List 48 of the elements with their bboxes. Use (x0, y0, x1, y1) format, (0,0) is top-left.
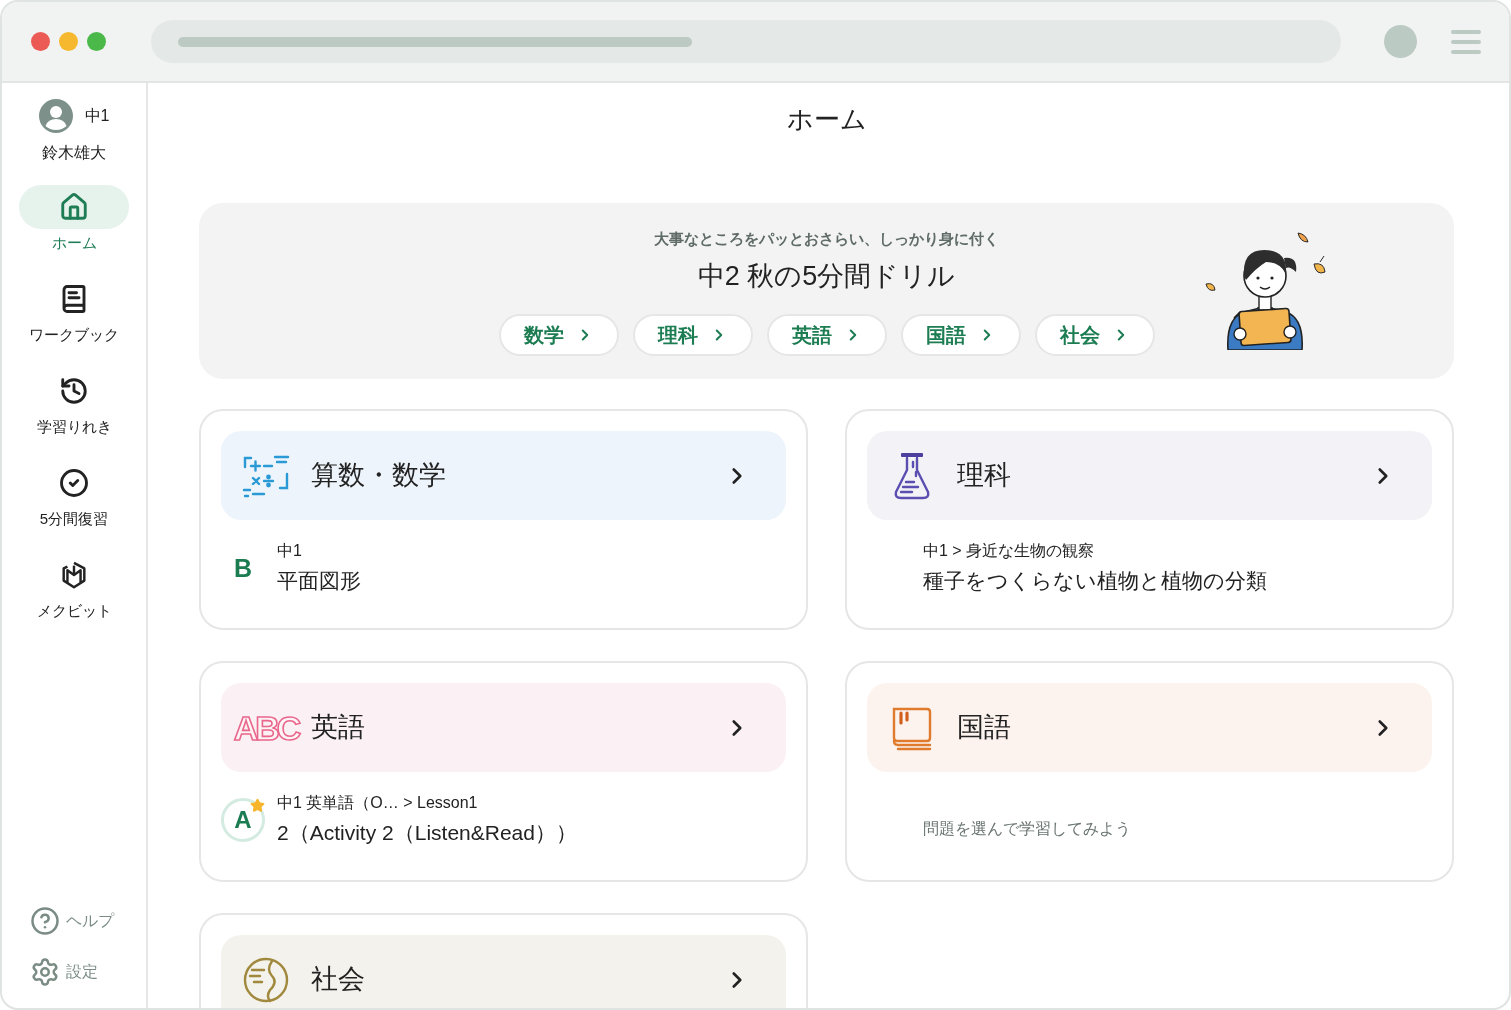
history-icon (59, 376, 89, 406)
page-title: ホーム (786, 103, 867, 136)
nav-item[interactable]: メクビット (19, 553, 129, 621)
lesson-title: 平面図形 (277, 568, 361, 594)
close-button[interactable] (31, 32, 50, 51)
subject-button[interactable]: 数学 (498, 314, 619, 356)
grade-letter: B (233, 555, 253, 581)
subject-link[interactable]: 算数・数学 (221, 431, 786, 520)
profile-avatar-icon[interactable] (1384, 25, 1417, 58)
user-grade: 中1 (84, 106, 110, 126)
lesson-path: 中1 (277, 541, 303, 561)
star-icon (250, 798, 265, 813)
minimize-button[interactable] (59, 32, 78, 51)
footer-link[interactable]: ヘルプ (30, 906, 114, 936)
subject-button[interactable]: 英語 (766, 314, 887, 356)
check-circle-icon (59, 468, 89, 498)
subject-link[interactable]: ABC 英語 (221, 683, 786, 772)
subject-link[interactable]: 社会 (221, 935, 786, 1008)
subject-button[interactable]: 社会 (1034, 314, 1155, 356)
nav-item[interactable]: 学習りれき (19, 369, 129, 437)
grade-letter: A (234, 808, 252, 832)
home-icon (59, 192, 89, 222)
user-name: 鈴木雄大 (42, 143, 106, 163)
maximize-button[interactable] (87, 32, 106, 51)
user-avatar-icon (38, 99, 73, 133)
banner-title: 中2 秋の5分間ドリル (697, 260, 956, 293)
subject-link[interactable]: 理科 (867, 431, 1432, 520)
subject-button[interactable]: 理科 (632, 314, 753, 356)
lesson-title: 種子をつくらない植物と植物の分類 (923, 568, 1267, 594)
abc-lettering: ABC (233, 708, 299, 747)
empty-message: 問題を選んで学習してみよう (923, 819, 1131, 839)
lesson-path: 中1 英単語（O… > Lesson1 (277, 793, 479, 813)
address-bar[interactable] (151, 20, 1341, 63)
help-icon (30, 906, 60, 936)
nav-item[interactable]: ワークブック (19, 277, 129, 345)
lesson-title: 2（Activity 2（Listen&Read）） (277, 820, 577, 846)
globe-icon (242, 955, 290, 1004)
lesson-path: 中1 > 身近な生物の観察 (923, 541, 1096, 561)
nav-item[interactable]: 5分間復習 (19, 461, 129, 529)
banner-subtitle: 大事なところをパッとおさらい、しっかり身に付く (654, 229, 999, 249)
flask-icon (892, 451, 932, 500)
math-symbols-icon (242, 453, 290, 498)
subject-link[interactable]: 国語 (867, 683, 1432, 772)
menu-button[interactable] (1451, 29, 1481, 54)
subject-button[interactable]: 国語 (900, 314, 1021, 356)
settings-icon (30, 957, 60, 987)
hexagon-icon (59, 560, 89, 590)
footer-link[interactable]: 設定 (30, 957, 114, 987)
